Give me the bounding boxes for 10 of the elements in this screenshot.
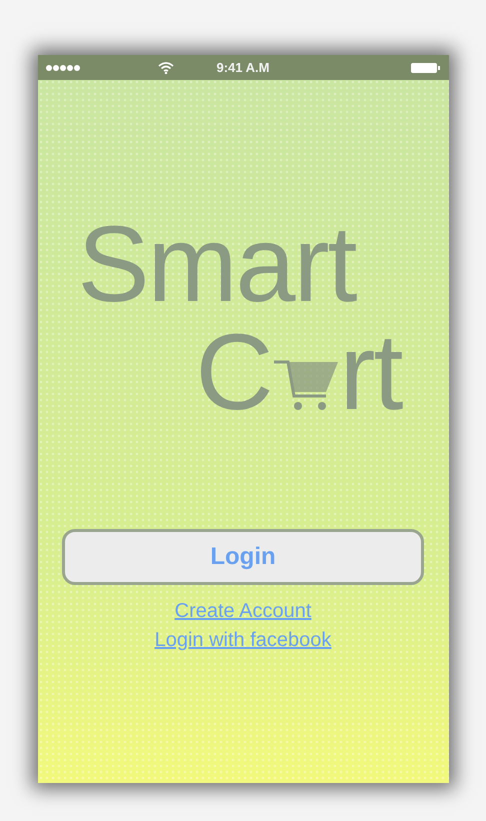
text-link[interactable]: Create Account [174,597,312,626]
login-button[interactable]: Login [62,529,424,585]
text-link[interactable]: Login with facebook [154,626,332,655]
signal-icon [46,64,80,70]
logo-text: rt [340,328,402,416]
logo-text: C [196,328,272,416]
battery-icon [410,62,440,74]
status-time: 9:41 A.M [216,60,270,75]
logo-text: Smart [78,220,358,308]
wifi-icon [158,62,174,74]
